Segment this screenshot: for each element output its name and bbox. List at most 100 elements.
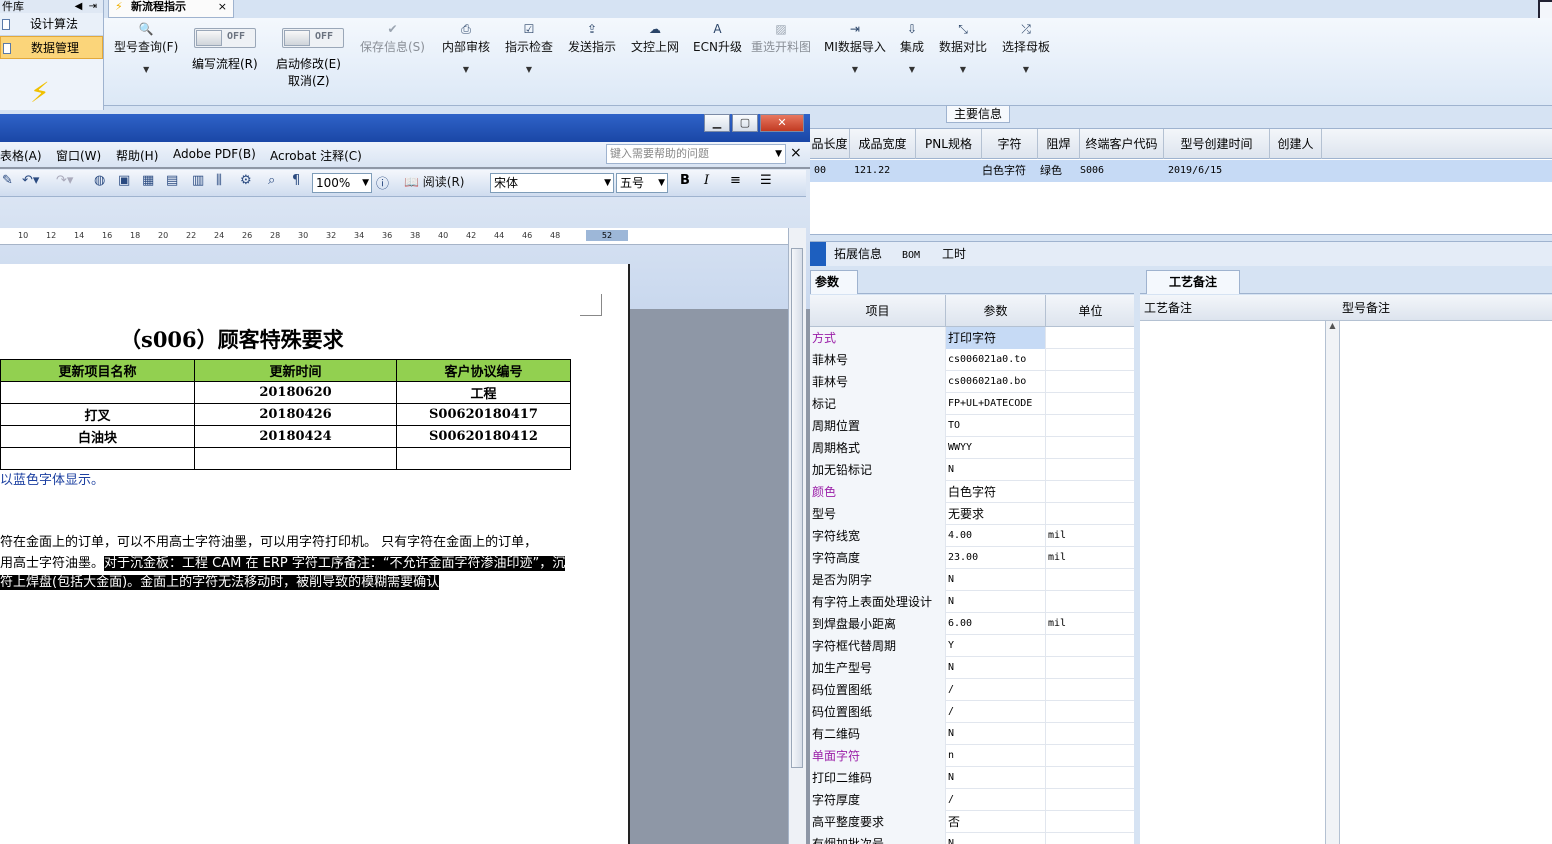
table-row[interactable]: 周期位置 TO [810,415,1135,437]
table-row[interactable]: 高平整度要求否 [810,811,1135,833]
instruction-check-button[interactable]: ☑ 指示检查 ▼ [505,22,553,74]
table-row[interactable]: 型号 无要求 [810,503,1135,525]
cell[interactable]: N [946,723,1046,745]
italic-icon[interactable]: I [704,173,709,188]
nav-item-data-management[interactable]: 数据管理 [0,36,103,59]
table-row[interactable]: 菲林号 cs006021a0.bo [810,371,1135,393]
close-button[interactable]: ✕ [760,114,804,132]
table-row[interactable]: 颜色 白色字符 [810,481,1135,503]
table-row[interactable]: 码位置图纸 / [810,679,1135,701]
save-info-button[interactable]: ✔ 保存信息(S) [360,22,425,55]
cell[interactable]: 4.00 [946,525,1046,547]
tab-process-notes[interactable]: 工艺备注 [1146,270,1240,294]
insert-table-icon[interactable]: ▦ [142,173,154,188]
cell[interactable]: 无要求 [946,503,1046,525]
send-instruction-button[interactable]: ⇪ 发送指示 [568,22,616,55]
cell[interactable]: N [946,767,1046,789]
undo-icon[interactable]: ↶▾ [22,173,39,188]
font-select[interactable]: 宋体 ▼ [490,173,614,193]
cell[interactable]: 23.00 [946,547,1046,569]
cell[interactable]: N [946,591,1046,613]
table-row[interactable]: 有字符上表面处理设计 N [810,591,1135,613]
cell[interactable]: cs006021a0.to [946,349,1046,371]
menu-window[interactable]: 窗口(W) [56,147,101,164]
help-search-input[interactable]: 键入需要帮助的问题 ▼ [606,144,786,164]
nav-collapse-icon[interactable]: ◀ ⇥ [75,0,97,13]
cell[interactable]: cs006021a0.bo [946,371,1046,393]
col-header[interactable]: 终端客户代码 [1080,129,1164,159]
read-mode-button[interactable]: 📖 阅读(R) [404,173,464,190]
minimize-button[interactable]: ▁ [704,114,730,132]
tab-new-process[interactable]: ⚡ 新流程指示 × [108,0,234,18]
vertical-scrollbar[interactable] [788,228,806,844]
col-header[interactable]: 字符 [982,129,1038,159]
menu-adobe-pdf[interactable]: Adobe PDF(B) [173,147,256,161]
table-row[interactable]: 有烟加批次号 N [810,833,1135,844]
table-row[interactable]: 有二维码 N [810,723,1135,745]
maximize-button[interactable]: ▢ [732,114,758,132]
tables-borders-icon[interactable]: ▣ [118,173,130,188]
cell[interactable]: Y [946,635,1046,657]
table-row[interactable]: 单面字符 n [810,745,1135,767]
columns-icon[interactable]: ▥ [192,173,204,188]
cell[interactable]: / [946,679,1046,701]
cell[interactable]: / [946,789,1046,811]
zoom-select[interactable]: 100% ▼ [312,173,372,193]
table-row[interactable]: 周期格式 WWYY [810,437,1135,459]
menu-acrobat-comments[interactable]: Acrobat 注释(C) [270,147,362,164]
cell[interactable]: TO [946,415,1046,437]
cell[interactable]: 打印字符 [946,327,1046,349]
document-page[interactable]: （s006）顾客特殊要求 更新项目名称 更新时间 客户协议编号 20180620… [0,264,630,844]
table-row[interactable]: 00 121.22 白色字符 绿色 S006 2019/6/15 [810,160,1552,182]
model-query-button[interactable]: 🔍 型号查询(F) ▼ [114,22,178,74]
table-row[interactable]: 加无铅标记 N [810,459,1135,481]
col-header[interactable]: 成品宽度 [850,129,916,159]
table-row[interactable]: 菲林号 cs006021a0.to [810,349,1135,371]
col-header[interactable]: 单位 [1046,295,1135,327]
table-row[interactable]: 字符框代替周期 Y [810,635,1135,657]
scroll-thumb[interactable] [791,248,803,768]
horizontal-ruler[interactable]: 10 12 14 16 18 20 22 24 26 28 30 32 34 36 38 40 42 44 46 48 [0,228,788,245]
col-header[interactable]: 参数 [946,295,1046,327]
tab-extended-info[interactable]: 拓展信息 [834,245,882,263]
cell[interactable]: 白色字符 [946,481,1046,503]
table-row[interactable]: 是否为阴字 N [810,569,1135,591]
cell[interactable]: 6.00 [946,613,1046,635]
col-header[interactable]: 创建人 [1270,129,1322,159]
document-map-icon[interactable]: ⚙ [240,173,252,188]
cell[interactable]: N [946,657,1046,679]
table-row[interactable]: 到焊盘最小距离 6.00 mil [810,613,1135,635]
redo-icon[interactable]: ↷▾ [56,173,73,188]
table-row[interactable]: 打印二维码 N [810,767,1135,789]
drawing-icon[interactable]: ⫼ [216,173,222,188]
hyperlink-icon[interactable]: ◍ [94,173,105,188]
reselect-cutting-button[interactable]: ▨ 重选开料图 [751,22,811,55]
col-header[interactable]: 型号备注 [1338,295,1390,321]
tab-params[interactable]: 参数 [810,270,858,294]
internal-review-button[interactable]: ⎙ 内部审核 ▼ [442,22,490,74]
table-row[interactable]: 标记 FP+UL+DATECODE [810,393,1135,415]
cell[interactable]: WWYY [946,437,1046,459]
close-icon[interactable]: × [218,0,227,14]
col-header[interactable]: 阻焊 [1038,129,1080,159]
table-row[interactable]: 方式 打印字符 [810,327,1135,349]
doc-control-online-button[interactable]: ☁ 文控上网 [631,22,679,55]
process-notes-field[interactable] [1140,321,1326,844]
tab-bom[interactable]: BOM [902,247,920,265]
cell[interactable]: FP+UL+DATECODE [946,393,1046,415]
align-center-icon[interactable]: ≡ [730,173,741,188]
table-row[interactable]: 字符线宽 4.00 mil [810,525,1135,547]
show-hide-icon[interactable]: ¶ [292,173,300,188]
cancel-label[interactable]: 取消(Z) [288,72,330,89]
cell[interactable]: 否 [946,811,1046,833]
insert-sheet-icon[interactable]: ▤ [166,173,178,188]
integrate-button[interactable]: ⇩ 集成 ▼ [900,22,924,74]
mi-data-import-button[interactable]: ⇥ MI数据导入 ▼ [824,22,886,74]
scrollbar[interactable]: ▲ [1326,321,1340,844]
table-row[interactable]: 加生产型号 N [810,657,1135,679]
bullets-icon[interactable]: ☰ [760,173,772,188]
cell[interactable]: N [946,833,1046,844]
panel-splitter[interactable] [810,234,1552,242]
data-compare-button[interactable]: ⤡ 数据对比 ▼ [939,22,987,74]
ink-icon[interactable]: ⌕ [268,173,275,188]
